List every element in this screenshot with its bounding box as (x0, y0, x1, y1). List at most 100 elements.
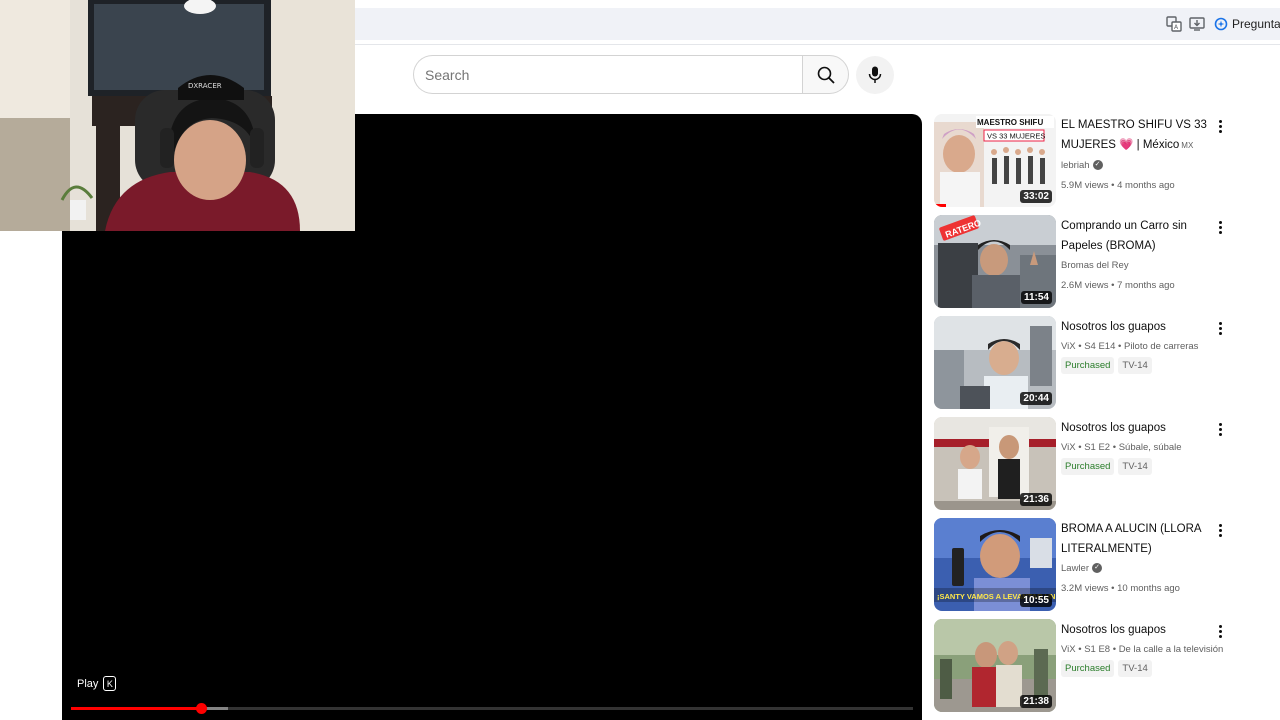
video-title[interactable]: Nosotros los guapos (1061, 317, 1216, 337)
gemini-ask-icon (1214, 17, 1228, 31)
video-duration: 11:54 (1020, 291, 1052, 304)
recommendation-item[interactable]: MAESTRO SHIFU VS 33 MUJERES 33:02 EL MAE… (934, 114, 1234, 215)
rating-badge: TV-14 (1118, 660, 1152, 677)
more-options-button[interactable] (1210, 116, 1230, 136)
video-meta: BROMA A ALUCIN (LLORA LITERALMENTE) Lawl… (1061, 518, 1216, 619)
video-stats: 2.6M views • 7 months ago (1061, 280, 1175, 291)
microphone-icon (868, 66, 882, 83)
channel-name[interactable]: Bromas del Rey (1061, 256, 1216, 276)
more-options-button[interactable] (1210, 621, 1230, 641)
recommendations-sidebar: MAESTRO SHIFU VS 33 MUJERES 33:02 EL MAE… (934, 114, 1234, 720)
video-duration: 33:02 (1020, 190, 1052, 203)
video-duration: 10:55 (1020, 594, 1052, 607)
search-field-container (413, 55, 803, 94)
dot-icon (1218, 119, 1222, 123)
video-meta: Nosotros los guapos ViX • S1 E8 • De la … (1061, 619, 1223, 720)
badge-row: Purchased TV-14 (1061, 660, 1216, 677)
video-stats: 5.9M views • 4 months ago (1061, 180, 1175, 191)
rating-badge: TV-14 (1118, 357, 1152, 374)
verified-icon: ✓ (1092, 563, 1102, 574)
purchased-badge: Purchased (1061, 357, 1115, 374)
dot-icon (1218, 225, 1222, 229)
page: A Preguntar a (0, 0, 1280, 720)
more-options-button[interactable] (1210, 217, 1230, 237)
play-shortcut-key: K (103, 676, 117, 691)
video-thumbnail[interactable]: MAESTRO SHIFU VS 33 MUJERES 33:02 (934, 114, 1056, 207)
video-thumbnail[interactable]: ¡SANTY VAMOS A LEVANTAR UN 10:55 (934, 518, 1056, 611)
video-title[interactable]: Nosotros los guapos (1061, 620, 1216, 640)
video-thumbnail[interactable]: 21:38 (934, 619, 1056, 712)
video-thumbnail[interactable]: 21:36 (934, 417, 1056, 510)
dot-icon (1218, 432, 1222, 436)
dot-icon (1218, 523, 1222, 527)
country-tag: MX (1181, 141, 1194, 150)
purchased-badge: Purchased (1061, 660, 1115, 677)
recommendation-item[interactable]: 20:44 Nosotros los guapos ViX • S4 E14 •… (934, 316, 1234, 417)
search-icon (817, 66, 835, 84)
dot-icon (1218, 634, 1222, 638)
badge-row: Purchased TV-14 (1061, 458, 1216, 475)
channel-name-text: lebriah (1061, 160, 1090, 171)
thumbnail-caption-1: MAESTRO SHIFU (977, 118, 1043, 127)
headset-brand-mark: DXRACER (188, 82, 222, 90)
rating-badge: TV-14 (1118, 458, 1152, 475)
progress-bar[interactable] (71, 703, 913, 714)
channel-name[interactable]: ViX • S1 E2 • Súbale, súbale (1061, 438, 1216, 458)
recommendation-item[interactable]: 21:36 Nosotros los guapos ViX • S1 E2 • … (934, 417, 1234, 518)
dot-icon (1218, 321, 1222, 325)
play-tooltip: Play K (77, 676, 117, 691)
video-title[interactable]: BROMA A ALUCIN (LLORA LITERALMENTE) (1061, 519, 1216, 559)
dot-icon (1218, 528, 1222, 532)
dot-icon (1218, 427, 1222, 431)
channel-name[interactable]: Lawler ✓ (1061, 559, 1216, 579)
video-stats: 3.2M views • 10 months ago (1061, 583, 1180, 594)
video-meta: Comprando un Carro sin Papeles (BROMA) B… (1061, 215, 1216, 316)
more-options-button[interactable] (1210, 318, 1230, 338)
dot-icon (1218, 422, 1222, 426)
webcam-overlay: DXRACER (0, 0, 355, 231)
video-meta: Nosotros los guapos ViX • S4 E14 • Pilot… (1061, 316, 1216, 417)
video-meta: Nosotros los guapos ViX • S1 E2 • Súbale… (1061, 417, 1216, 518)
channel-name-text: Lawler (1061, 563, 1089, 574)
webcam-feed-image: DXRACER (0, 0, 355, 231)
progress-scrubber[interactable] (195, 703, 207, 714)
dot-icon (1218, 624, 1222, 628)
play-tooltip-label: Play (77, 677, 99, 690)
badge-row: Purchased TV-14 (1061, 357, 1216, 374)
progress-played (71, 707, 201, 710)
voice-search-button[interactable] (856, 56, 894, 94)
ask-gemini-button[interactable]: Preguntar a (1214, 13, 1280, 35)
dot-icon (1218, 220, 1222, 224)
video-duration: 21:36 (1020, 493, 1052, 506)
channel-name[interactable]: lebriah ✓ (1061, 156, 1216, 176)
recommendation-item[interactable]: ¡SANTY VAMOS A LEVANTAR UN 10:55 BROMA A… (934, 518, 1234, 619)
video-thumbnail[interactable]: 20:44 (934, 316, 1056, 409)
more-options-button[interactable] (1210, 520, 1230, 540)
dot-icon (1218, 129, 1222, 133)
browser-address-area[interactable] (355, 8, 1280, 40)
thumbnail-caption-2: VS 33 MUJERES (987, 132, 1045, 141)
search-input[interactable] (414, 56, 803, 93)
more-options-button[interactable] (1210, 419, 1230, 439)
video-title[interactable]: EL MAESTRO SHIFU VS 33 MUJERES 💗 | Méxic… (1061, 115, 1216, 156)
translate-icon[interactable]: A (1165, 15, 1183, 33)
install-app-icon[interactable] (1188, 15, 1206, 33)
ask-gemini-label: Preguntar a (1232, 17, 1280, 31)
video-thumbnail[interactable]: RATERO 11:54 (934, 215, 1056, 308)
video-duration: 20:44 (1020, 392, 1052, 405)
channel-name[interactable]: ViX • S4 E14 • Piloto de carreras (1061, 337, 1216, 357)
video-meta: EL MAESTRO SHIFU VS 33 MUJERES 💗 | Méxic… (1061, 114, 1216, 215)
dot-icon (1218, 326, 1222, 330)
dot-icon (1218, 331, 1222, 335)
channel-name[interactable]: ViX • S1 E8 • De la calle a la televisió… (1061, 640, 1223, 660)
toolbar-divider (355, 44, 1280, 45)
recommendation-item[interactable]: 21:38 Nosotros los guapos ViX • S1 E8 • … (934, 619, 1234, 720)
dot-icon (1218, 533, 1222, 537)
search-button[interactable] (802, 55, 849, 94)
video-title[interactable]: Comprando un Carro sin Papeles (BROMA) (1061, 216, 1216, 256)
recommendation-item[interactable]: RATERO 11:54 Comprando un Carro sin Pape… (934, 215, 1234, 316)
dot-icon (1218, 230, 1222, 234)
video-title[interactable]: Nosotros los guapos (1061, 418, 1216, 438)
purchased-badge: Purchased (1061, 458, 1115, 475)
watched-progress (934, 204, 947, 207)
